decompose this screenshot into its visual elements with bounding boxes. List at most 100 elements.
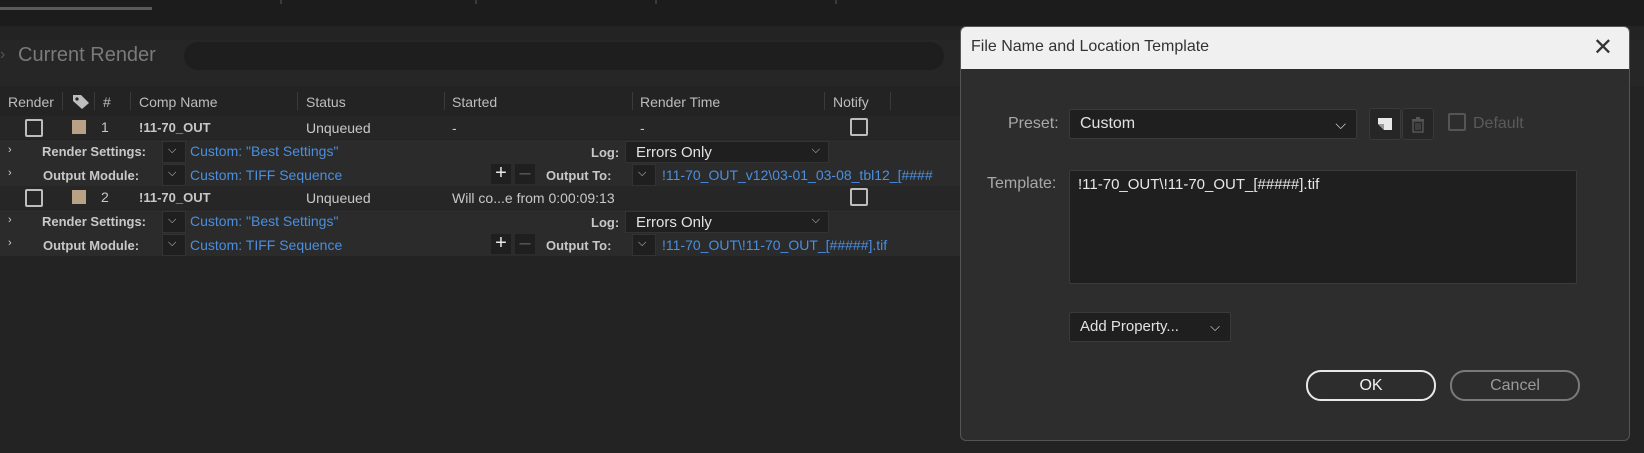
remove-output-module-button[interactable]: – [515, 163, 535, 184]
dialog-title-bar: File Name and Location Template ✕ [961, 27, 1629, 69]
render-settings-label: Render Settings: [42, 144, 147, 159]
chevron-down-icon: ⌵ [811, 144, 820, 156]
tab-divider [655, 0, 657, 4]
chevron-down-icon: ⌵ [638, 167, 647, 179]
preset-dropdown[interactable]: Custom ⌵ [1069, 109, 1357, 139]
log-dropdown[interactable]: Errors Only ⌵ [625, 141, 829, 163]
log-label: Log: [591, 145, 620, 160]
started-text: - [452, 120, 457, 136]
comp-name[interactable]: !11-70_OUT [139, 120, 211, 135]
column-render-time[interactable]: Render Time [640, 94, 720, 110]
chevron-down-icon: ⌵ [168, 237, 177, 249]
chevron-down-icon: ⌵ [168, 167, 177, 179]
preset-label: Preset: [1008, 115, 1059, 132]
column-notify[interactable]: Notify [833, 94, 869, 110]
comp-name[interactable]: !11-70_OUT [139, 190, 211, 205]
status-text: Unqueued [306, 120, 371, 136]
status-text: Unqueued [306, 190, 371, 206]
log-value: Errors Only [636, 144, 712, 161]
add-property-label: Add Property... [1080, 318, 1179, 335]
chevron-down-icon: ⌵ [1210, 319, 1220, 334]
render-time-text: - [640, 120, 645, 136]
output-to-dropdown[interactable]: ⌵ [632, 234, 656, 256]
notify-checkbox[interactable] [850, 118, 868, 136]
label-color-swatch[interactable] [72, 190, 86, 204]
template-label: Template: [987, 175, 1057, 192]
render-settings-link[interactable]: Custom: "Best Settings" [190, 213, 338, 229]
delete-preset-button[interactable] [1402, 108, 1434, 140]
queue-item-row[interactable]: 2 !11-70_OUT Unqueued Will co...e from 0… [0, 186, 960, 209]
render-settings-row: › Render Settings: ⌵ Custom: "Best Setti… [0, 140, 960, 163]
output-to-link[interactable]: !11-70_OUT\!11-70_OUT_[#####].tif [662, 237, 887, 253]
add-output-module-button[interactable]: + [491, 163, 511, 184]
render-settings-dropdown[interactable]: ⌵ [162, 141, 186, 163]
notify-checkbox[interactable] [850, 188, 868, 206]
file-name-template-dialog: File Name and Location Template ✕ Preset… [960, 26, 1630, 441]
chevron-down-icon: ⌵ [1335, 116, 1346, 132]
output-module-dropdown[interactable]: ⌵ [162, 164, 186, 186]
render-settings-row: › Render Settings: ⌵ Custom: "Best Setti… [0, 210, 960, 233]
chevron-down-icon: ⌵ [168, 214, 177, 226]
active-tab-indicator [0, 7, 152, 10]
tab-divider [835, 0, 837, 4]
render-settings-dropdown[interactable]: ⌵ [162, 211, 186, 233]
add-property-dropdown[interactable]: Add Property... ⌵ [1069, 312, 1231, 342]
cancel-button[interactable]: Cancel [1450, 370, 1580, 401]
chevron-down-icon: ⌵ [168, 144, 177, 156]
column-comp-name[interactable]: Comp Name [139, 94, 218, 110]
output-to-label: Output To: [546, 238, 612, 253]
document-icon [1378, 118, 1392, 130]
template-value[interactable]: !11-70_OUT\!11-70_OUT_[#####].tif [1078, 176, 1319, 193]
column-render[interactable]: Render [8, 94, 54, 110]
panel-title: Current Render [18, 44, 156, 66]
template-input[interactable]: !11-70_OUT\!11-70_OUT_[#####].tif [1069, 170, 1577, 284]
chevron-right-icon[interactable]: › [8, 167, 12, 179]
output-module-link[interactable]: Custom: TIFF Sequence [190, 167, 342, 183]
render-checkbox[interactable] [25, 119, 43, 137]
started-text: Will co...e from 0:00:09:13 [452, 190, 615, 206]
output-module-row: › Output Module: ⌵ Custom: TIFF Sequence… [0, 233, 960, 256]
save-preset-button[interactable] [1369, 108, 1401, 140]
chevron-right-icon[interactable]: › [8, 237, 12, 249]
render-checkbox[interactable] [25, 189, 43, 207]
close-icon[interactable]: ✕ [1593, 33, 1613, 62]
item-number: 1 [101, 119, 109, 135]
chevron-down-icon: ⌵ [638, 237, 647, 249]
queue-item-row[interactable]: 1 !11-70_OUT Unqueued - - [0, 116, 960, 139]
tag-icon[interactable] [72, 94, 90, 113]
output-module-row: › Output Module: ⌵ Custom: TIFF Sequence… [0, 163, 960, 186]
top-tab-bar [0, 0, 1644, 26]
output-to-label: Output To: [546, 168, 612, 183]
column-header-row: Render # Comp Name Status Started Render… [0, 90, 960, 114]
output-module-label: Output Module: [43, 238, 140, 253]
render-settings-link[interactable]: Custom: "Best Settings" [190, 143, 338, 159]
item-number: 2 [101, 189, 109, 205]
log-dropdown[interactable]: Errors Only ⌵ [625, 211, 829, 233]
column-status[interactable]: Status [306, 94, 346, 110]
tab-divider [475, 0, 477, 4]
default-checkbox[interactable] [1448, 113, 1466, 131]
chevron-right-icon[interactable]: › [0, 46, 5, 64]
output-module-link[interactable]: Custom: TIFF Sequence [190, 237, 342, 253]
chevron-right-icon[interactable]: › [8, 214, 12, 226]
remove-output-module-button[interactable]: – [515, 233, 535, 254]
dialog-title: File Name and Location Template [971, 38, 1210, 55]
default-label: Default [1473, 115, 1524, 132]
column-number[interactable]: # [103, 94, 111, 110]
ok-button[interactable]: OK [1306, 370, 1436, 401]
chevron-right-icon[interactable]: › [8, 144, 12, 156]
preset-value: Custom [1080, 115, 1136, 132]
output-module-label: Output Module: [43, 168, 140, 183]
log-label: Log: [591, 215, 620, 230]
output-to-link[interactable]: !11-70_OUT_v12\03-01_03-08_tbl12_[#### [662, 167, 933, 183]
label-color-swatch[interactable] [72, 120, 86, 134]
log-value: Errors Only [636, 214, 712, 231]
render-progress-bar [184, 42, 944, 70]
output-module-dropdown[interactable]: ⌵ [162, 234, 186, 256]
render-settings-label: Render Settings: [42, 214, 147, 229]
trash-icon [1412, 117, 1424, 133]
chevron-down-icon: ⌵ [811, 214, 820, 226]
column-started[interactable]: Started [452, 94, 497, 110]
output-to-dropdown[interactable]: ⌵ [632, 164, 656, 186]
add-output-module-button[interactable]: + [491, 233, 511, 254]
